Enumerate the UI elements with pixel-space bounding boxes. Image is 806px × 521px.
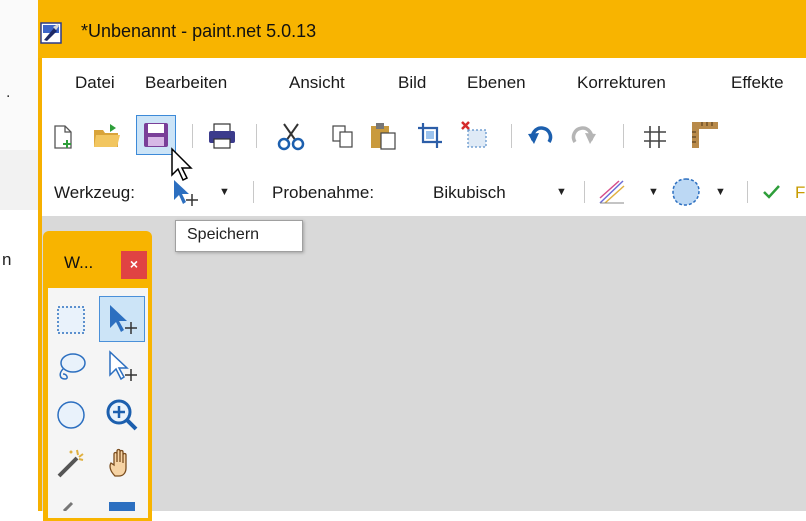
background-window: . n xyxy=(0,0,38,511)
antialiasing-icon[interactable] xyxy=(597,178,627,206)
menu-korrekturen[interactable]: Korrekturen xyxy=(577,73,666,93)
move-selected-icon[interactable] xyxy=(104,302,140,338)
crop-icon[interactable] xyxy=(416,121,444,151)
copy-icon[interactable] xyxy=(330,123,356,149)
undo-icon[interactable] xyxy=(527,124,557,148)
sampling-label: Probenahme: xyxy=(272,183,375,202)
lasso-select-icon[interactable] xyxy=(53,349,89,385)
grid-icon[interactable] xyxy=(642,124,668,150)
sampling-value[interactable]: Bikubisch xyxy=(433,183,506,203)
menu-effekte[interactable]: Effekte xyxy=(731,73,784,93)
save-icon[interactable] xyxy=(142,121,170,149)
tool-dropdown-arrow[interactable]: ▼ xyxy=(219,186,230,198)
tool-label: Werkzeug: xyxy=(54,183,135,202)
selection-mode-dropdown-arrow[interactable]: ▼ xyxy=(715,186,726,198)
canvas-area[interactable] xyxy=(42,216,806,511)
open-folder-icon[interactable] xyxy=(92,122,122,150)
move-selection-icon[interactable] xyxy=(104,349,140,385)
antialiasing-dropdown-arrow[interactable]: ▼ xyxy=(648,186,659,198)
paintnet-app-icon[interactable] xyxy=(40,22,62,44)
magic-wand-icon[interactable] xyxy=(53,446,89,482)
background-text: n xyxy=(2,250,12,269)
tools-panel-close-button[interactable]: × xyxy=(121,251,147,279)
paste-icon[interactable] xyxy=(368,121,398,151)
redo-icon[interactable] xyxy=(567,124,597,148)
deselect-icon[interactable] xyxy=(459,119,491,151)
zoom-icon[interactable] xyxy=(104,397,140,433)
rectangle-select-icon[interactable] xyxy=(53,302,89,338)
menu-ebenen[interactable]: Ebenen xyxy=(467,73,526,93)
cut-icon[interactable] xyxy=(276,121,306,151)
save-tooltip: Speichern xyxy=(175,220,303,252)
tools-panel-title: W... xyxy=(64,253,94,272)
ruler-icon[interactable] xyxy=(690,120,720,150)
print-icon[interactable] xyxy=(206,122,238,150)
new-file-icon[interactable] xyxy=(50,124,76,150)
selection-mode-icon[interactable] xyxy=(670,176,702,208)
menu-ansicht[interactable]: Ansicht xyxy=(289,73,345,93)
window-title: *Unbenannt - paint.net 5.0.13 xyxy=(81,21,317,41)
pan-tool-icon[interactable] xyxy=(104,446,140,482)
menu-bild[interactable]: Bild xyxy=(398,73,426,93)
finish-label[interactable]: F xyxy=(795,183,805,203)
rectangle-tool-icon[interactable] xyxy=(104,496,140,511)
ellipse-select-icon[interactable] xyxy=(53,397,89,433)
brush-tool-icon[interactable] xyxy=(60,496,90,511)
mouse-cursor-icon xyxy=(171,147,193,182)
menu-bearbeiten[interactable]: Bearbeiten xyxy=(145,73,227,93)
checkmark-icon[interactable] xyxy=(762,183,782,201)
sampling-dropdown-arrow[interactable]: ▼ xyxy=(556,186,567,198)
menu-datei[interactable]: Datei xyxy=(75,73,115,93)
background-text: . xyxy=(6,84,11,101)
